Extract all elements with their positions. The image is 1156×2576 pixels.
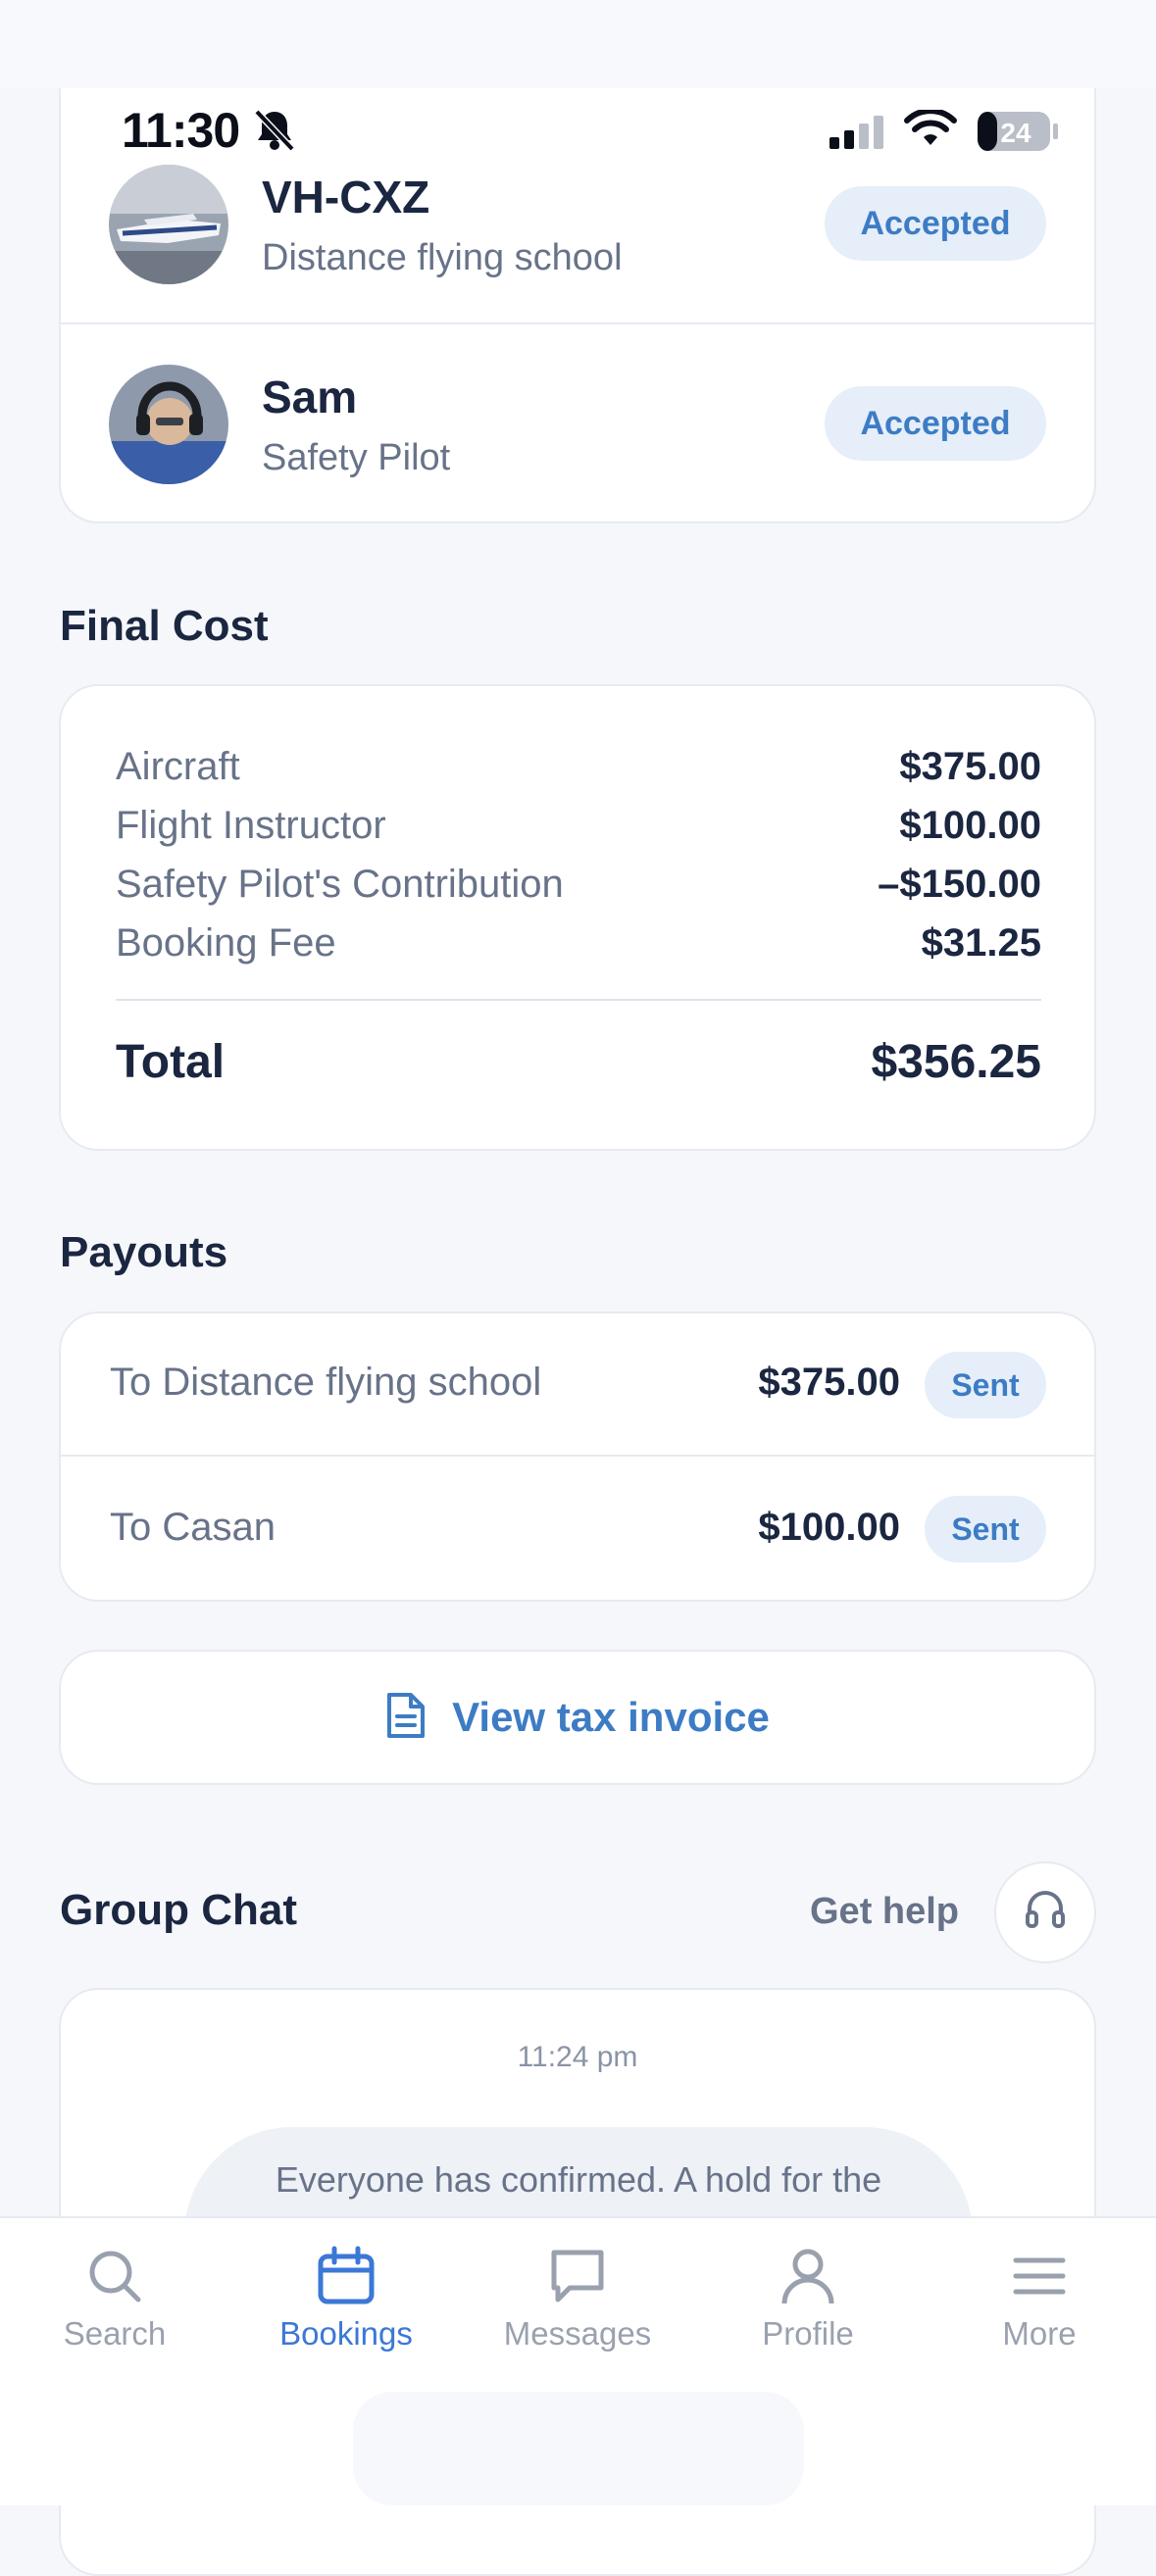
cost-value: $31.25 bbox=[921, 921, 1041, 965]
payout-status-badge: Sent bbox=[925, 1496, 1046, 1562]
tab-more[interactable]: More bbox=[941, 2235, 1137, 2372]
cost-value: –$150.00 bbox=[878, 863, 1041, 906]
participant-role: Distance flying school bbox=[262, 237, 623, 278]
search-icon bbox=[89, 2251, 141, 2303]
payout-amount: $100.00 bbox=[758, 1506, 900, 1549]
payout-label: To Casan bbox=[110, 1506, 276, 1549]
aircraft-avatar bbox=[109, 165, 228, 284]
status-time: 11:30 bbox=[122, 103, 240, 158]
cost-value: $375.00 bbox=[899, 745, 1041, 788]
view-tax-invoice-button[interactable]: View tax invoice bbox=[59, 1650, 1096, 1785]
total-divider bbox=[116, 999, 1041, 1001]
chat-timestamp: 11:24 pm bbox=[517, 2041, 638, 2073]
tab-label: More bbox=[1002, 2315, 1077, 2352]
person-icon bbox=[781, 2249, 834, 2304]
message-icon bbox=[551, 2250, 604, 2303]
cost-label: Flight Instructor bbox=[116, 804, 386, 847]
calendar-icon bbox=[318, 2246, 375, 2304]
wifi-icon bbox=[904, 108, 957, 154]
total-value: $356.25 bbox=[871, 1036, 1041, 1088]
home-indicator-area bbox=[353, 2392, 804, 2505]
tab-messages[interactable]: Messages bbox=[479, 2235, 676, 2372]
get-help-link[interactable]: Get help bbox=[810, 1891, 959, 1933]
tab-label: Messages bbox=[503, 2315, 652, 2352]
status-bar-background bbox=[0, 0, 1156, 88]
cost-value: $100.00 bbox=[899, 804, 1041, 847]
bell-muted-icon bbox=[253, 108, 296, 158]
tab-search[interactable]: Search bbox=[17, 2235, 213, 2372]
view-tax-invoice-label: View tax invoice bbox=[452, 1694, 770, 1740]
final-cost-title: Final Cost bbox=[60, 602, 269, 650]
cost-label: Safety Pilot's Contribution bbox=[116, 863, 564, 906]
battery-icon: 24 bbox=[977, 110, 1059, 158]
headset-icon bbox=[1022, 1887, 1069, 1939]
get-help-button[interactable] bbox=[994, 1861, 1096, 1963]
group-chat-title: Group Chat bbox=[60, 1886, 297, 1934]
participant-name: Sam bbox=[262, 372, 358, 422]
payout-status-badge: Sent bbox=[925, 1352, 1046, 1418]
menu-icon bbox=[1013, 2257, 1066, 2295]
document-icon bbox=[385, 1691, 427, 1745]
payouts-title: Payouts bbox=[60, 1228, 228, 1276]
cost-label: Booking Fee bbox=[116, 921, 336, 965]
status-badge: Accepted bbox=[825, 386, 1046, 461]
payout-amount: $375.00 bbox=[758, 1361, 900, 1404]
tab-label: Search bbox=[63, 2315, 167, 2352]
tab-profile[interactable]: Profile bbox=[710, 2235, 906, 2372]
row-divider bbox=[59, 1455, 1096, 1457]
status-badge: Accepted bbox=[825, 186, 1046, 261]
cellular-signal-icon bbox=[829, 116, 886, 154]
tab-label: Profile bbox=[762, 2315, 854, 2352]
battery-level: 24 bbox=[1000, 118, 1031, 148]
tab-label: Bookings bbox=[279, 2315, 413, 2352]
payout-label: To Distance flying school bbox=[110, 1361, 542, 1404]
tab-bookings[interactable]: Bookings bbox=[248, 2235, 444, 2372]
participant-role: Safety Pilot bbox=[262, 437, 451, 478]
cost-label: Aircraft bbox=[116, 745, 240, 788]
row-divider bbox=[59, 322, 1096, 324]
participant-name: VH-CXZ bbox=[262, 172, 430, 223]
pilot-avatar bbox=[109, 365, 228, 484]
total-label: Total bbox=[116, 1036, 226, 1088]
